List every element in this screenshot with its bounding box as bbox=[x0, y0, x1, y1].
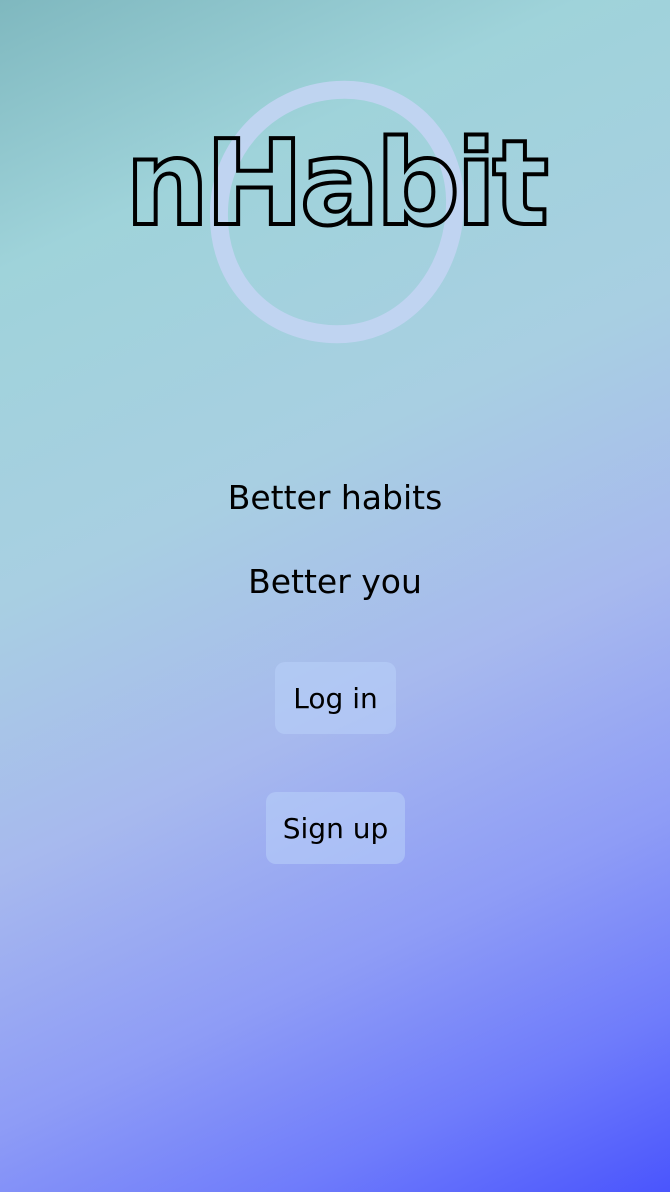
signup-button[interactable]: Sign up bbox=[266, 792, 405, 864]
app-logo: nHabit bbox=[0, 0, 670, 380]
logo-wordmark: nHabit bbox=[123, 114, 551, 252]
login-button[interactable]: Log in bbox=[275, 662, 396, 734]
tagline-line-1: Better habits bbox=[227, 478, 443, 517]
tagline-line-2: Better you bbox=[248, 562, 422, 601]
